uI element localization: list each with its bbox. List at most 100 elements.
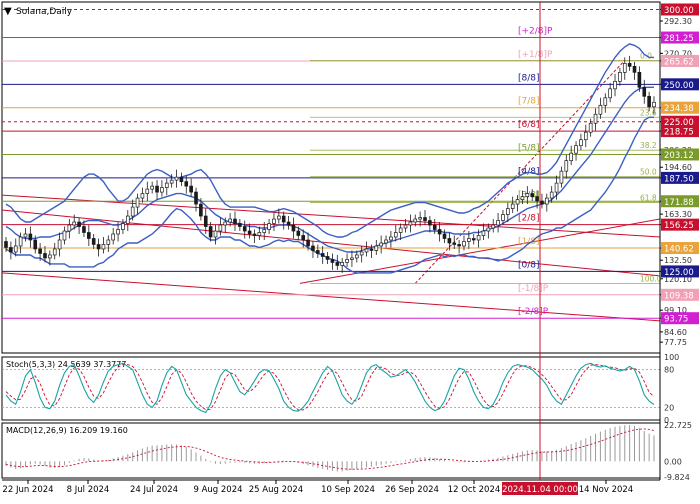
candle-body[interactable] — [588, 122, 593, 133]
candle-body[interactable] — [627, 63, 632, 67]
candle-body[interactable] — [491, 224, 496, 229]
candle-body[interactable] — [57, 239, 62, 250]
candle-body[interactable] — [281, 215, 286, 223]
candle-body[interactable] — [506, 208, 510, 215]
candle-body[interactable] — [160, 187, 164, 193]
candle-body[interactable] — [413, 218, 418, 223]
candle-body[interactable] — [569, 152, 573, 162]
candle-body[interactable] — [306, 239, 310, 247]
candle-body[interactable] — [174, 176, 179, 181]
candle-body[interactable] — [393, 232, 398, 238]
candle-body[interactable] — [559, 170, 564, 184]
candle-body[interactable] — [252, 233, 257, 236]
candle-body[interactable] — [608, 88, 612, 99]
candle-body[interactable] — [150, 185, 154, 190]
candle-body[interactable] — [354, 254, 359, 259]
candle-body[interactable] — [501, 214, 505, 221]
candle-body[interactable] — [130, 206, 135, 217]
collapse-triangle-icon[interactable]: ▼ — [4, 6, 12, 17]
candle-body[interactable] — [418, 217, 422, 220]
candle-body[interactable] — [476, 235, 481, 241]
candle-body[interactable] — [359, 251, 364, 256]
candle-body[interactable] — [403, 224, 408, 229]
candle-body[interactable] — [622, 63, 627, 73]
candle-body[interactable] — [140, 193, 145, 199]
candle-body[interactable] — [535, 196, 539, 202]
candle-body[interactable] — [62, 230, 67, 241]
candle-body[interactable] — [437, 229, 442, 235]
candle-body[interactable] — [316, 250, 320, 254]
candle-body[interactable] — [72, 221, 77, 226]
candle-body[interactable] — [564, 160, 569, 172]
candle-body[interactable] — [125, 215, 130, 224]
candle-body[interactable] — [364, 248, 369, 253]
candle-body[interactable] — [340, 262, 344, 266]
candle-body[interactable] — [218, 224, 223, 232]
candle-body[interactable] — [525, 193, 530, 197]
candle-body[interactable] — [462, 241, 466, 247]
candle-body[interactable] — [452, 242, 457, 245]
candle-body[interactable] — [374, 245, 379, 251]
candle-body[interactable] — [43, 253, 47, 259]
candle-body[interactable] — [593, 113, 598, 124]
candle-body[interactable] — [296, 230, 301, 236]
candle-body[interactable] — [618, 71, 622, 82]
candle-body[interactable] — [203, 215, 208, 227]
candle-body[interactable] — [320, 253, 325, 257]
candle-body[interactable] — [199, 203, 203, 217]
trading-chart[interactable]: 300.00292.30281.25270.70265.62250.00234.… — [0, 0, 700, 500]
candle-body[interactable] — [398, 227, 403, 233]
candle-body[interactable] — [18, 236, 23, 247]
candle-body[interactable] — [106, 239, 111, 245]
candle-body[interactable] — [311, 245, 315, 251]
candle-body[interactable] — [223, 221, 228, 226]
candle-body[interactable] — [579, 139, 583, 147]
candle-body[interactable] — [652, 101, 656, 108]
candle-body[interactable] — [267, 223, 271, 230]
candle-body[interactable] — [423, 217, 427, 221]
candle-body[interactable] — [67, 224, 72, 232]
candle-body[interactable] — [164, 182, 169, 188]
candle-body[interactable] — [179, 176, 184, 182]
candle-body[interactable] — [642, 86, 647, 97]
candle-body[interactable] — [145, 188, 150, 194]
candle-body[interactable] — [233, 218, 237, 224]
candle-body[interactable] — [389, 236, 393, 241]
candle-body[interactable] — [277, 215, 281, 220]
candle-body[interactable] — [33, 239, 38, 250]
candle-body[interactable] — [48, 254, 52, 259]
candle-body[interactable] — [613, 80, 617, 90]
candle-body[interactable] — [471, 238, 476, 241]
candle-body[interactable] — [91, 238, 96, 245]
candle-body[interactable] — [101, 244, 106, 250]
candle-body[interactable] — [637, 71, 642, 88]
candle-body[interactable] — [384, 239, 388, 244]
candle-body[interactable] — [96, 244, 101, 250]
candle-body[interactable] — [530, 193, 535, 197]
candle-body[interactable] — [23, 233, 28, 238]
candle-body[interactable] — [540, 200, 544, 205]
candle-body[interactable] — [242, 226, 247, 232]
candle-body[interactable] — [184, 181, 189, 187]
candle-body[interactable] — [28, 233, 33, 241]
candle-body[interactable] — [369, 248, 374, 251]
candle-body[interactable] — [169, 179, 174, 184]
candle-body[interactable] — [82, 226, 86, 233]
candle-body[interactable] — [325, 256, 330, 260]
candle-body[interactable] — [345, 259, 349, 263]
candle-body[interactable] — [116, 229, 120, 235]
candle-body[interactable] — [291, 224, 296, 232]
candle-body[interactable] — [520, 196, 525, 200]
candle-body[interactable] — [350, 257, 354, 260]
candle-body[interactable] — [457, 244, 461, 247]
candle-body[interactable] — [286, 221, 291, 226]
candle-body[interactable] — [549, 191, 554, 199]
candle-body[interactable] — [408, 221, 413, 226]
candle-body[interactable] — [432, 224, 437, 230]
candle-body[interactable] — [496, 220, 500, 226]
candle-body[interactable] — [442, 233, 447, 239]
candle-body[interactable] — [121, 223, 125, 230]
candle-body[interactable] — [335, 262, 340, 266]
candle-body[interactable] — [272, 218, 276, 224]
candle-body[interactable] — [574, 145, 578, 154]
